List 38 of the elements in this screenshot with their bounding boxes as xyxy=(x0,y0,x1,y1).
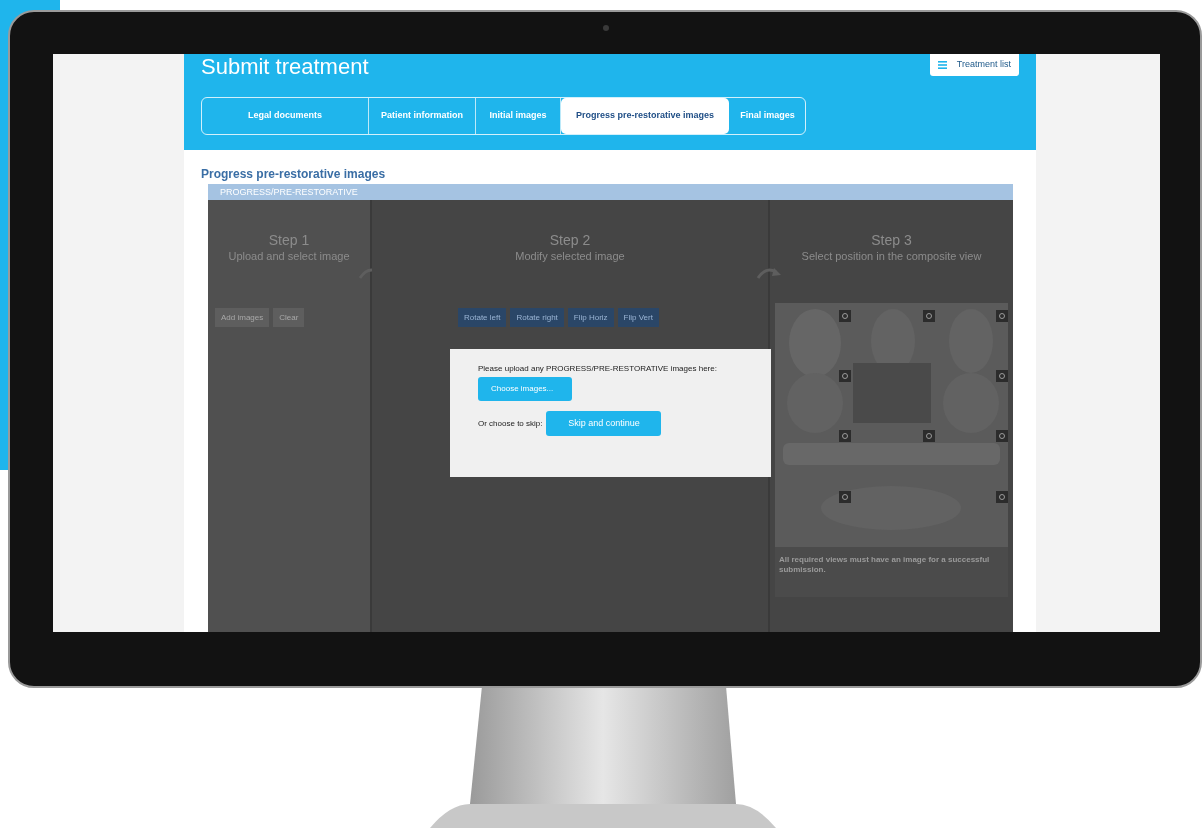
panel-header: PROGRESS/PRE-RESTORATIVE xyxy=(208,184,1013,200)
camera-icon[interactable] xyxy=(839,430,851,442)
tool-button[interactable]: Add images xyxy=(215,308,270,327)
tool-button[interactable]: Flip Vert xyxy=(617,308,659,327)
page-title: Submit treatment xyxy=(201,55,369,79)
curved-arrow-icon xyxy=(756,266,782,280)
upload-prompt: Please upload any PROGRESS/PRE-RESTORATIVE images here: xyxy=(478,364,717,374)
treatment-list-button[interactable]: Treatment list xyxy=(929,54,1019,76)
camera-icon xyxy=(603,25,609,31)
skip-label: Or choose to skip: xyxy=(478,417,543,430)
tool-button[interactable]: Clear xyxy=(273,308,305,327)
step-subtitle: Upload and select image xyxy=(228,250,350,263)
camera-icon[interactable] xyxy=(839,310,851,322)
camera-icon[interactable] xyxy=(996,310,1008,322)
camera-icon[interactable] xyxy=(996,430,1008,442)
camera-icon[interactable] xyxy=(923,310,935,322)
tool-button[interactable]: Rotate right xyxy=(510,308,564,327)
step-title: Step 2 xyxy=(549,232,591,248)
camera-icon[interactable] xyxy=(839,491,851,503)
tool-button[interactable]: Flip Horiz xyxy=(567,308,614,327)
step-title: Step 1 xyxy=(268,232,310,248)
tab[interactable]: Final images xyxy=(729,98,805,134)
tool-button[interactable]: Rotate left xyxy=(458,308,507,327)
note-text: All required views must have an image for a successful submission. xyxy=(775,547,1008,597)
tab[interactable]: Legal documents xyxy=(202,98,369,134)
camera-icon[interactable] xyxy=(996,370,1008,382)
menu-icon xyxy=(937,61,947,69)
camera-icon[interactable] xyxy=(923,430,935,442)
camera-icon[interactable] xyxy=(996,491,1008,503)
skip-and-continue-button[interactable]: Skip and continue xyxy=(546,411,662,436)
section-title: Progress pre-restorative images xyxy=(201,167,387,181)
choose-images-button[interactable]: Choose images... xyxy=(478,377,572,401)
step-subtitle: Modify selected image xyxy=(515,250,625,263)
step-subtitle: Select position in the composite view xyxy=(801,250,982,263)
tab[interactable]: Progress pre-restorative images xyxy=(561,98,729,134)
camera-icon[interactable] xyxy=(839,370,851,382)
tab[interactable]: Patient information xyxy=(369,98,476,134)
step-title: Step 3 xyxy=(871,232,912,248)
